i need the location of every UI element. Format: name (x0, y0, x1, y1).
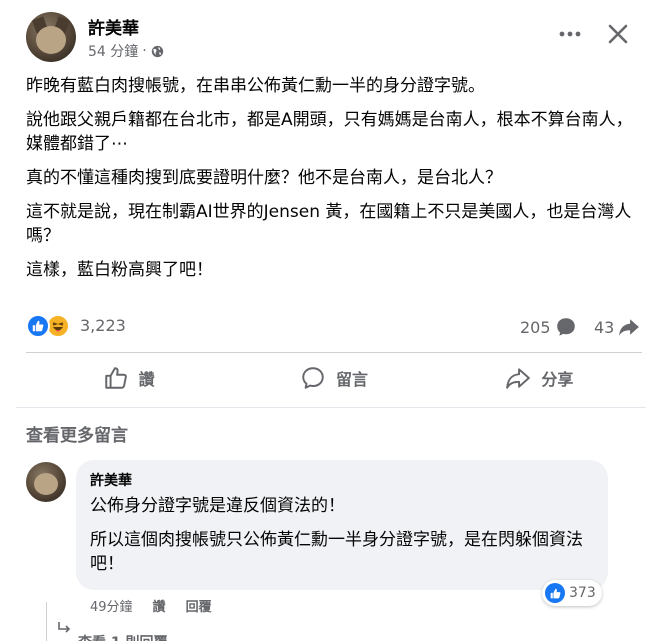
post-paragraph: 這樣，藍白粉高興了吧！ (26, 260, 213, 280)
reply-arrow-icon (58, 622, 71, 633)
comment-author[interactable]: 許美華 (90, 470, 594, 490)
share-label: 分享 (541, 370, 574, 389)
post-paragraph: 說他跟父親戶籍都在台北市，都是A開頭，只有媽媽是台南人，根本不算台南人，媒體都錯… (26, 110, 633, 154)
like-reaction-icon (26, 314, 50, 338)
author-name[interactable]: 許美華 (88, 14, 139, 39)
divider (26, 352, 642, 353)
view-replies-link[interactable]: 查看 1 則回覆 (78, 632, 168, 641)
comment-reply-button[interactable]: 回覆 (186, 596, 212, 615)
comment-count-value: 205 (520, 317, 551, 337)
comment-bubble: 許美華 公佈身分證字號是違反個資法的！ 所以這個肉搜帳號只公佈黃仁勳一半身分證字… (76, 460, 608, 590)
share-button[interactable]: 分享 (437, 356, 642, 400)
more-options-icon[interactable] (558, 24, 582, 44)
post-paragraph: 這不就是說，現在制霸AI世界的Jensen 黃，在國籍上不只是美國人，也是台灣人… (26, 202, 632, 246)
thumbs-up-icon (104, 367, 127, 389)
comment-like-button[interactable]: 讚 (153, 596, 166, 615)
post-timestamp[interactable]: 54 分鐘 (88, 41, 138, 61)
share-icon (506, 368, 531, 389)
close-icon[interactable] (606, 22, 630, 46)
comment-paragraph: 公佈身分證字號是違反個資法的！ (90, 496, 345, 516)
comment-text: 公佈身分證字號是違反個資法的！ 所以這個肉搜帳號只公佈黃仁勳一半身分證字號，是在… (90, 494, 594, 576)
comment-reaction-badge[interactable]: 373 (542, 580, 602, 606)
reply-thread-line (46, 602, 47, 641)
comment-reaction-count: 373 (569, 585, 596, 601)
comment-count[interactable]: 205 (520, 316, 577, 338)
meta-separator: · (142, 43, 147, 59)
comment-button[interactable]: 留言 (231, 356, 436, 400)
like-button[interactable]: 讚 (26, 356, 231, 400)
share-count-value: 43 (594, 317, 615, 337)
post-text: 昨晚有藍白肉搜帳號，在串串公佈黃仁勳一半的身分證字號。 說他跟父親戶籍都在台北市… (26, 74, 646, 292)
divider (16, 407, 646, 408)
comment-meta: 49分鐘 讚 回覆 (90, 596, 212, 615)
comment-bubble-icon (556, 318, 575, 336)
post-paragraph: 昨晚有藍白肉搜帳號，在串串公佈黃仁勳一半的身分證字號。 (26, 76, 485, 96)
comment-paragraph: 所以這個肉搜帳號只公佈黃仁勳一半身分證字號，是在閃躲個資法吧！ (90, 530, 583, 574)
author-avatar[interactable] (26, 12, 76, 62)
reaction-count[interactable]: 3,223 (80, 316, 126, 335)
like-label: 讚 (138, 370, 155, 389)
reactions-summary: 3,223 205 43 (26, 313, 642, 339)
reaction-icons[interactable] (26, 314, 70, 338)
globe-icon[interactable] (151, 45, 164, 58)
comment-icon (302, 367, 324, 389)
comment-timestamp[interactable]: 49分鐘 (90, 596, 133, 615)
post-actions: 讚 留言 分享 (26, 356, 642, 400)
view-more-comments-link[interactable]: 查看更多留言 (26, 421, 128, 446)
post-paragraph: 真的不懂這種肉搜到底要證明什麼？他不是台南人，是台北人？ (26, 168, 502, 188)
post-meta: 54 分鐘 · (88, 41, 164, 61)
comment-label: 留言 (335, 370, 368, 389)
commenter-avatar[interactable] (26, 462, 66, 502)
like-reaction-icon (545, 583, 565, 603)
post-header: 許美華 54 分鐘 · (26, 12, 646, 64)
share-arrow-icon (619, 319, 640, 336)
share-count[interactable]: 43 (594, 316, 640, 338)
